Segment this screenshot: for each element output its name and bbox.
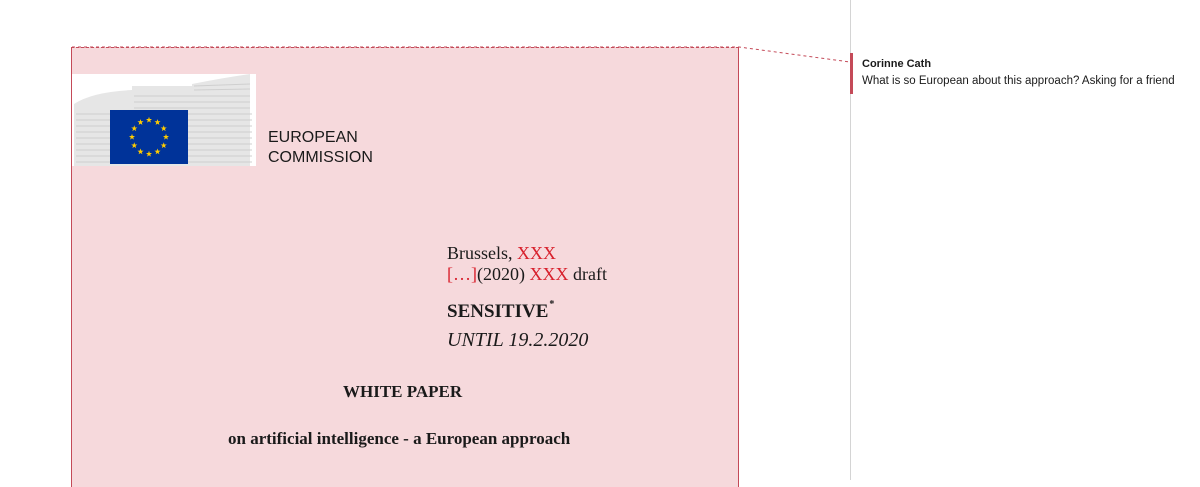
comment-text: What is so European about this approach?… bbox=[862, 75, 1175, 87]
comment-card[interactable]: Corinne Cath What is so European about t… bbox=[850, 53, 1200, 94]
commission-line-2: COMMISSION bbox=[268, 149, 373, 166]
reference-year: (2020) bbox=[477, 264, 530, 284]
document-type: WHITE PAPER bbox=[343, 382, 463, 401]
place-date-line: Brussels, XXX bbox=[447, 243, 556, 264]
reference-line: […](2020) XXX draft bbox=[447, 264, 607, 285]
brussels-label: Brussels, bbox=[447, 243, 518, 263]
date-placeholder: XXX bbox=[517, 243, 557, 263]
comment-author: Corinne Cath bbox=[862, 58, 932, 70]
sensitivity-label: SENSITIVE* bbox=[447, 299, 554, 323]
embargo-date: UNTIL 19.2.2020 bbox=[447, 329, 589, 351]
reference-suffix: draft bbox=[568, 264, 607, 284]
document-title: on artificial intelligence - a European … bbox=[228, 429, 571, 448]
document-page: EUROPEAN COMMISSION Brussels, XXX […](20… bbox=[0, 0, 850, 487]
footnote-marker[interactable]: * bbox=[549, 299, 554, 310]
eu-flag-icon bbox=[110, 110, 188, 164]
comment-accent-bar bbox=[850, 53, 853, 94]
commission-line-1: EUROPEAN bbox=[268, 129, 358, 146]
reference-placeholder: XXX bbox=[529, 264, 569, 284]
commission-name: EUROPEAN COMMISSION bbox=[268, 128, 373, 168]
reference-bracket: […] bbox=[447, 264, 477, 284]
sensitivity-text: SENSITIVE bbox=[447, 301, 549, 322]
